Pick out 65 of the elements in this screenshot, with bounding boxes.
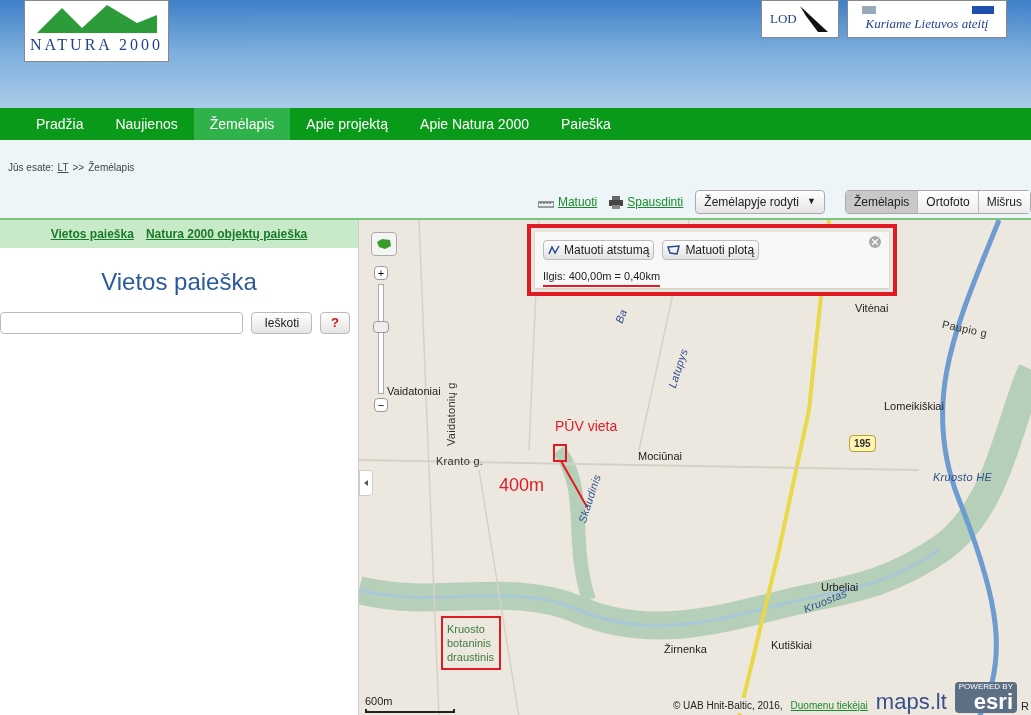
map-label: Kutiškiai	[771, 638, 812, 653]
country-shape-icon	[376, 238, 392, 250]
map-label: Ba	[611, 306, 630, 326]
zoom-in-button[interactable]: +	[374, 266, 388, 280]
distance-annotation: 400m	[499, 474, 545, 497]
map-label: Žirnenka	[664, 642, 707, 657]
map-type-tab[interactable]: Ortofoto	[917, 191, 978, 213]
map-label: R	[1021, 699, 1029, 714]
nav-item[interactable]: Apie projektą	[290, 108, 405, 140]
powered-by-text: POWERED BY	[958, 682, 1013, 691]
map-label: Paupio g	[940, 316, 989, 342]
road-number-label: 195	[849, 435, 876, 452]
nav-item[interactable]: Apie Natura 2000	[404, 108, 545, 140]
map-label: Vaidatoniai	[387, 384, 441, 399]
nav-item[interactable]: Pradžia	[20, 108, 100, 140]
print-link[interactable]: Spausdinti	[627, 193, 684, 211]
left-arrow-icon	[364, 480, 368, 486]
data-providers-link[interactable]: Duomenu tiekėjai	[790, 698, 868, 713]
polygon-icon	[667, 245, 682, 255]
breadcrumb-label: Jūs esate:	[8, 161, 54, 175]
nav-item[interactable]: Naujienos	[99, 108, 194, 140]
breadcrumb-current: Žemėlapis	[88, 160, 135, 175]
maps-logo: maps.lt	[875, 691, 947, 713]
close-icon	[872, 239, 878, 245]
layers-dropdown[interactable]: Žemėlapyje rodyti ▼	[695, 190, 825, 214]
esri-logo: esri	[973, 691, 1013, 713]
zoom-thumb[interactable]	[373, 321, 389, 334]
search-button[interactable]: Ieškoti	[251, 312, 313, 334]
search-tab-link[interactable]: Natura 2000 objektų paieška	[145, 225, 308, 243]
measure-link[interactable]: Matuoti	[557, 193, 598, 211]
lod-logo[interactable]: LOD	[761, 0, 839, 38]
logo-text: NATURA 2000	[30, 35, 163, 55]
breadcrumb-separator: >>	[72, 161, 85, 175]
slogan-text: Kuriame Lietuvos ateitį	[865, 14, 989, 33]
measure-area-button[interactable]: Matuoti plotą	[662, 240, 760, 260]
breadcrumb-link[interactable]: LT	[57, 160, 69, 175]
measure-distance-button[interactable]: Matuoti atstumą	[543, 240, 655, 260]
zoom-out-button[interactable]: −	[374, 398, 388, 412]
search-input[interactable]	[0, 312, 244, 334]
site-annotation: PŪV vieta	[555, 417, 618, 436]
map-label: Mociūnai	[638, 449, 683, 464]
eu-funding-logo[interactable]: Kuriame Lietuvos ateitį	[847, 0, 1007, 38]
map-canvas[interactable]	[358, 220, 1031, 715]
map-label: Vitėnai	[855, 301, 889, 316]
search-tab-link[interactable]: Vietos paieška	[50, 225, 134, 243]
close-button[interactable]	[869, 236, 881, 248]
globe-button[interactable]	[371, 232, 397, 256]
caret-icon: ▼	[807, 195, 816, 209]
natura-logo[interactable]: NATURA 2000	[24, 0, 169, 62]
map-type-tab[interactable]: Mišrus	[977, 191, 1030, 213]
polyline-icon	[548, 245, 560, 255]
help-button[interactable]: ?	[320, 312, 350, 334]
map-type-tab[interactable]: Žemėlapis	[845, 191, 918, 213]
attribution-text: © UAB Hnit-Baltic, 2016,	[672, 698, 783, 713]
printer-icon	[609, 195, 624, 209]
scale-label: 600m	[365, 693, 394, 709]
protected-area-label: Kruosto botaninis draustinis	[441, 616, 501, 670]
logo-text: LOD	[770, 10, 797, 29]
nav-item[interactable]: Paieška	[545, 108, 627, 140]
panel-title: Vietos paieška	[100, 267, 258, 297]
measure-result: Ilgis: 400,00m = 0,40km	[543, 268, 661, 287]
map-label: Vaidatonių g	[444, 382, 458, 446]
collapse-panel-button[interactable]	[359, 470, 373, 496]
mountain-logo-icon	[36, 3, 157, 33]
map-label: Kranto g.	[436, 454, 484, 469]
